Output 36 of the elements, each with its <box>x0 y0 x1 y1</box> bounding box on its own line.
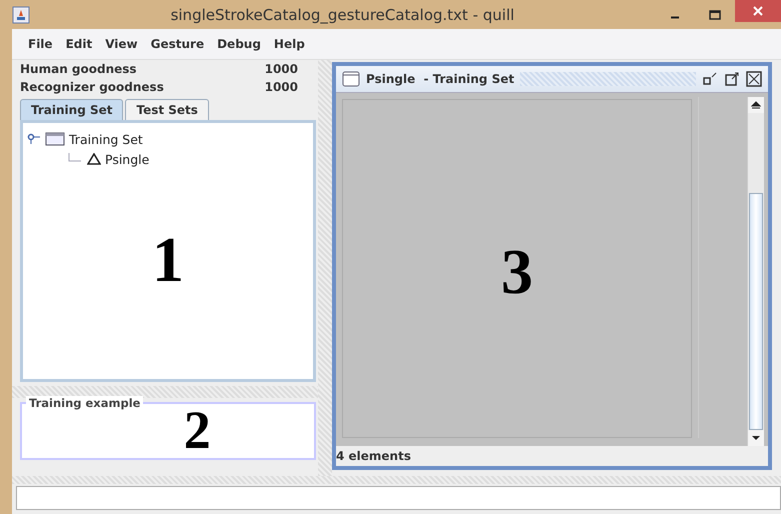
annotation-number: 1 <box>152 223 184 297</box>
goodness-value: 1000 <box>264 62 298 76</box>
minimize-icon <box>670 16 680 19</box>
window-icon <box>342 71 360 87</box>
close-button[interactable] <box>746 71 762 87</box>
goodness-value: 1000 <box>264 80 298 94</box>
expanded-handle-icon[interactable] <box>27 133 41 145</box>
folder-icon <box>45 132 65 146</box>
annotation-number: 3 <box>501 234 533 309</box>
menu-item[interactable]: File <box>22 35 60 53</box>
minimize-button[interactable] <box>702 71 718 87</box>
menu-item[interactable]: Debug <box>211 35 268 53</box>
close-icon <box>753 6 763 16</box>
window-title: singleStrokeCatalog_gestureCatalog.txt - quill <box>170 6 516 24</box>
menu-item[interactable]: Edit <box>60 35 100 53</box>
scrollbar[interactable] <box>747 97 764 446</box>
scroll-up-icon[interactable] <box>751 100 761 110</box>
menu-item[interactable]: Gesture <box>144 35 212 53</box>
panel-title: Training example <box>26 396 144 410</box>
frame-title: Psingle - Training Set <box>366 72 514 86</box>
maximize-icon <box>709 10 721 20</box>
tab[interactable]: Training Set <box>20 99 124 120</box>
scroll-down-icon[interactable] <box>751 433 761 443</box>
app-icon <box>12 6 30 24</box>
goodness-label: Recognizer goodness <box>20 80 164 94</box>
tree-item[interactable]: Psingle <box>105 152 150 166</box>
annotation-number: 2 <box>184 400 211 460</box>
maximize-button[interactable] <box>724 71 740 87</box>
tree-item[interactable]: Training Set <box>69 132 143 146</box>
menu-item[interactable]: Help <box>268 35 312 53</box>
goodness-label: Human goodness <box>20 62 137 76</box>
tab[interactable]: Test Sets <box>125 99 209 120</box>
title-bar-grip[interactable] <box>520 72 696 86</box>
triangle-icon <box>87 153 101 165</box>
status-text: 4 elements <box>336 449 411 463</box>
menu-item[interactable]: View <box>99 35 145 53</box>
